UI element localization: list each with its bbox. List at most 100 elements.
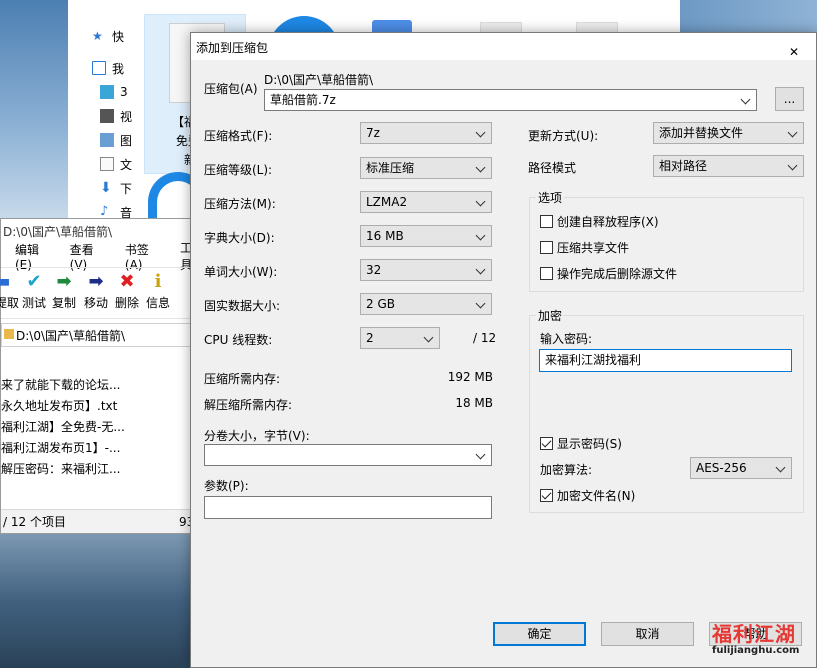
nav-downloads[interactable]: ⬇ 下 (100, 178, 132, 198)
mem-decomp-label: 解压缩所需内存: (204, 398, 293, 412)
download-icon: ⬇ (100, 180, 112, 196)
params-input[interactable] (204, 496, 492, 519)
move-button[interactable]: ➡ 移动 (79, 270, 113, 311)
ok-button[interactable]: 确定 (493, 622, 586, 646)
close-button[interactable]: ✕ (784, 35, 806, 59)
watermark-logo: 福利江湖 fulijianghu.com (712, 622, 800, 656)
list-item[interactable]: 永久地址发布页】.txt (1, 396, 117, 417)
method-label: 压缩方法(M): (204, 197, 276, 211)
picture-icon (100, 133, 114, 147)
path-label: 路径模式 (528, 161, 577, 175)
test-button[interactable]: ✔ 测试 (17, 270, 51, 311)
solid-label: 固实数据大小: (204, 299, 281, 313)
split-label: 分卷大小，字节(V): (204, 429, 310, 443)
info-button[interactable]: i 信息 (141, 270, 175, 311)
menu-bar: 编辑(E) 查看(V) 书签(A) 工具 (1, 241, 204, 272)
music-icon: ♪ (100, 204, 109, 219)
mem-comp-label: 压缩所需内存: (204, 372, 281, 386)
delete-button[interactable]: ✖ 删除 (110, 270, 144, 311)
list-item[interactable]: 来了就能下载的论坛... (1, 375, 120, 396)
move-icon: ➡ (88, 271, 104, 292)
solid-select[interactable]: 2 GB (360, 293, 492, 315)
chevron-down-icon (787, 156, 799, 176)
archive-label: 压缩包(A) (204, 82, 258, 96)
video-icon (100, 109, 114, 123)
chevron-down-icon (475, 123, 487, 143)
nav-videos[interactable]: 视 (100, 106, 132, 126)
desktop-wallpaper (0, 0, 68, 218)
address-bar[interactable]: D:\0\国产\草船借箭\ (1, 323, 204, 347)
pin-icon: ★ (92, 29, 103, 43)
copy-icon: ➡ (56, 271, 72, 292)
browse-button[interactable]: ... (775, 87, 804, 111)
archive-path: D:\0\国产\草船借箭\ (264, 73, 374, 87)
method-select[interactable]: LZMA2 (360, 191, 492, 213)
dialog-title: 添加到压缩包 (196, 41, 269, 55)
chevron-down-icon (475, 445, 487, 465)
mem-decomp-value: 18 MB (455, 396, 493, 410)
close-icon: ✕ (789, 45, 800, 59)
format-label: 压缩格式(F): (204, 129, 273, 143)
info-icon: i (154, 271, 162, 292)
enc-method-label: 加密算法: (540, 463, 593, 477)
list-item[interactable]: 解压密码：来福利江... (1, 459, 120, 480)
toolbar: ▬ 提取 ✔ 测试 ➡ 复制 ➡ 移动 ✖ 删除 i 信息 (0, 267, 204, 319)
computer-icon (92, 61, 106, 75)
chevron-down-icon (475, 192, 487, 212)
list-item[interactable]: 福利江湖发布页1】-... (1, 438, 120, 459)
desktop-wallpaper (680, 0, 817, 32)
shared-checkbox[interactable]: 压缩共享文件 (540, 239, 629, 256)
word-label: 单词大小(W): (204, 265, 278, 279)
copy-button[interactable]: ➡ 复制 (47, 270, 81, 311)
list-item[interactable]: 福利江湖】全免费-无... (1, 417, 125, 438)
format-select[interactable]: 7z (360, 122, 492, 144)
status-bar: / 12 个项目 93 (1, 509, 204, 533)
password-label: 输入密码: (540, 332, 593, 346)
archive-name-combo[interactable]: 草船借箭.7z (264, 89, 757, 111)
desktop-wallpaper (0, 534, 190, 668)
params-label: 参数(P): (204, 479, 249, 493)
document-icon (100, 157, 114, 171)
split-combo[interactable] (204, 444, 492, 466)
chevron-down-icon (475, 294, 487, 314)
path-select[interactable]: 相对路径 (653, 155, 804, 177)
dict-label: 字典大小(D): (204, 231, 275, 245)
nav-this-pc[interactable]: 我 (92, 58, 124, 78)
folder-icon (4, 329, 14, 339)
dict-select[interactable]: 16 MB (360, 225, 492, 247)
cancel-button[interactable]: 取消 (601, 622, 694, 646)
chevron-down-icon (475, 158, 487, 178)
level-select[interactable]: 标准压缩 (360, 157, 492, 179)
delete-source-checkbox[interactable]: 操作完成后删除源文件 (540, 265, 677, 282)
level-label: 压缩等级(L): (204, 163, 273, 177)
dialog-titlebar: 添加到压缩包 ✕ (191, 33, 816, 60)
archive-manager-window: D:\0\国产\草船借箭\ 编辑(E) 查看(V) 书签(A) 工具 ▬ 提取 … (0, 218, 205, 534)
add-to-archive-dialog: 添加到压缩包 ✕ 压缩包(A) D:\0\国产\草船借箭\ 草船借箭.7z ..… (190, 32, 817, 668)
cpu-select[interactable]: 2 (360, 327, 440, 349)
nav-quick-access[interactable]: ★ 快 (92, 26, 124, 46)
encrypt-names-checkbox[interactable]: 加密文件名(N) (540, 487, 635, 504)
update-label: 更新方式(U): (528, 129, 599, 143)
word-select[interactable]: 32 (360, 259, 492, 281)
delete-icon: ✖ (119, 271, 135, 292)
show-password-checkbox[interactable]: 显示密码(S) (540, 435, 622, 452)
enc-method-select[interactable]: AES-256 (690, 457, 792, 479)
encryption-title: 加密 (536, 307, 565, 324)
chevron-down-icon (775, 458, 787, 478)
chevron-down-icon (475, 226, 487, 246)
mem-comp-value: 192 MB (447, 370, 493, 384)
test-icon: ✔ (26, 271, 42, 292)
nav-3d[interactable]: 3 (100, 82, 128, 102)
cube-icon (100, 85, 114, 99)
chevron-down-icon (740, 90, 752, 110)
sfx-checkbox[interactable]: 创建自释放程序(X) (540, 213, 659, 230)
nav-documents[interactable]: 文 (100, 154, 132, 174)
chevron-down-icon (475, 260, 487, 280)
password-input[interactable]: 来福利江湖找福利 (539, 349, 792, 372)
chevron-down-icon (787, 123, 799, 143)
nav-pictures[interactable]: 图 (100, 130, 132, 150)
chevron-down-icon (423, 328, 435, 348)
cpu-label: CPU 线程数: (204, 333, 273, 347)
options-title: 选项 (536, 189, 565, 206)
update-select[interactable]: 添加并替换文件 (653, 122, 804, 144)
